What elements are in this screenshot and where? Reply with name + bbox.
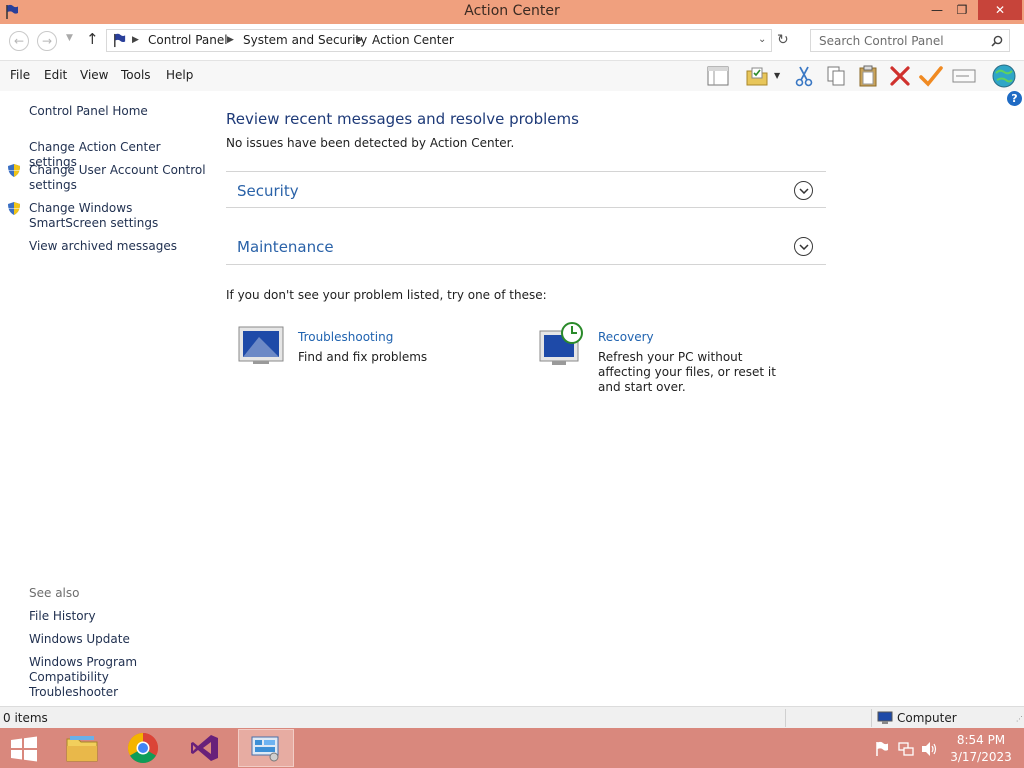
breadcrumb-separator-icon[interactable]: ▶ [356, 35, 363, 45]
security-expand-chevron-icon[interactable] [794, 181, 813, 200]
status-divider [785, 709, 786, 727]
windows-update-link[interactable]: Windows Update [29, 632, 130, 647]
folder-options-icon[interactable] [745, 64, 769, 88]
breadcrumb-separator-icon[interactable]: ▶ [132, 35, 139, 45]
network-tray-icon[interactable] [898, 741, 914, 757]
status-bar: 0 items Computer ⋰ [0, 706, 1024, 728]
menu-tools[interactable]: Tools [121, 68, 151, 82]
maintenance-section-header[interactable]: Maintenance [226, 228, 826, 265]
menu-file[interactable]: File [10, 68, 30, 82]
uac-shield-icon [8, 164, 20, 177]
main-content: Review recent messages and resolve probl… [212, 91, 1024, 704]
forward-button[interactable]: → [37, 31, 57, 51]
menu-view[interactable]: View [80, 68, 108, 82]
file-explorer-taskbar-icon[interactable] [54, 729, 110, 767]
start-windows-icon[interactable] [10, 736, 38, 762]
maintenance-expand-chevron-icon[interactable] [794, 237, 813, 256]
up-arrow-icon[interactable]: ↑ [86, 30, 99, 48]
address-bar-row: ← → ▼ ↑ ▶ Control Panel ▶ System and Sec… [0, 24, 1024, 61]
item-count: 0 items [3, 711, 48, 725]
change-smartscreen-settings-link[interactable]: Change Windows SmartScreen settings [29, 201, 209, 231]
address-box[interactable]: ▶ Control Panel ▶ System and Security ▶ … [106, 29, 772, 52]
restore-button[interactable]: ❐ [950, 0, 974, 20]
status-message: No issues have been detected by Action C… [226, 136, 515, 150]
breadcrumb-action-center[interactable]: Action Center [372, 33, 454, 47]
search-input[interactable]: Search Control Panel [810, 29, 1010, 52]
globe-icon[interactable] [991, 63, 1017, 89]
copy-icon[interactable] [824, 64, 848, 88]
breadcrumb-control-panel[interactable]: Control Panel [148, 33, 228, 47]
security-section-header[interactable]: Security [226, 171, 826, 208]
resize-grip-icon[interactable]: ⋰ [1016, 715, 1023, 723]
troubleshooting-description: Find and fix problems [298, 350, 428, 364]
minimize-button[interactable]: — [926, 0, 948, 20]
control-panel-home-link[interactable]: Control Panel Home [29, 104, 148, 119]
refresh-button[interactable]: ↻ [777, 32, 789, 48]
control-panel-taskbar-icon[interactable] [238, 729, 294, 767]
page-heading: Review recent messages and resolve probl… [226, 110, 579, 128]
chrome-taskbar-icon[interactable] [115, 729, 171, 767]
visual-studio-taskbar-icon[interactable] [177, 729, 233, 767]
recovery-description: Refresh your PC without affecting your f… [598, 350, 776, 394]
menu-help[interactable]: Help [166, 68, 193, 82]
delete-icon[interactable] [888, 64, 912, 88]
close-button[interactable]: ✕ [978, 0, 1022, 20]
see-also-label: See also [29, 586, 80, 600]
search-icon[interactable] [991, 35, 1003, 47]
action-center-flag-tray-icon[interactable] [874, 741, 890, 757]
taskbar: 8:54 PM 3/17/2023 [0, 728, 1024, 768]
layout-pane-icon[interactable] [706, 64, 730, 88]
cut-icon[interactable] [792, 64, 816, 88]
properties-check-icon[interactable] [919, 64, 943, 88]
left-pane: Control Panel Home Change Action Center … [0, 91, 212, 704]
folder-options-dropdown-chevron-icon[interactable]: ▼ [774, 71, 780, 80]
try-these-label: If you don't see your problem listed, tr… [226, 288, 547, 302]
window-title: Action Center [464, 3, 560, 19]
back-button[interactable]: ← [9, 31, 29, 51]
action-center-flag-icon [114, 33, 126, 48]
change-uac-settings-link[interactable]: Change User Account Control settings [29, 163, 209, 193]
view-archived-messages-link[interactable]: View archived messages [29, 239, 177, 254]
status-divider [871, 709, 872, 727]
breadcrumb-system-and-security[interactable]: System and Security [243, 33, 367, 47]
file-history-link[interactable]: File History [29, 609, 96, 624]
troubleshooting-link[interactable]: Troubleshooting [298, 330, 393, 344]
recent-locations-chevron-icon[interactable]: ▼ [66, 33, 73, 43]
compatibility-troubleshooter-link[interactable]: Windows Program Compatibility Troublesho… [29, 655, 194, 700]
uac-shield-icon [8, 202, 20, 215]
recovery-link[interactable]: Recovery [598, 330, 654, 344]
computer-icon [877, 711, 893, 724]
rename-field-icon[interactable] [952, 64, 976, 88]
recovery-icon[interactable] [538, 321, 586, 367]
location-label: Computer [897, 711, 957, 725]
troubleshooting-icon[interactable] [237, 325, 285, 365]
clock-date[interactable]: 3/17/2023 [950, 750, 1012, 764]
security-section-label: Security [237, 182, 299, 200]
paste-icon[interactable] [856, 64, 880, 88]
search-placeholder: Search Control Panel [819, 34, 944, 48]
address-dropdown-chevron-icon[interactable]: ⌄ [758, 34, 766, 45]
clock-time[interactable]: 8:54 PM [950, 733, 1012, 747]
breadcrumb-separator-icon[interactable]: ▶ [227, 35, 234, 45]
menu-bar: File Edit View Tools Help ▼ ? [0, 61, 1024, 106]
menu-edit[interactable]: Edit [44, 68, 67, 82]
volume-tray-icon[interactable] [921, 741, 939, 757]
title-bar: Action Center — ❐ ✕ [0, 0, 1024, 24]
maintenance-section-label: Maintenance [237, 238, 334, 256]
